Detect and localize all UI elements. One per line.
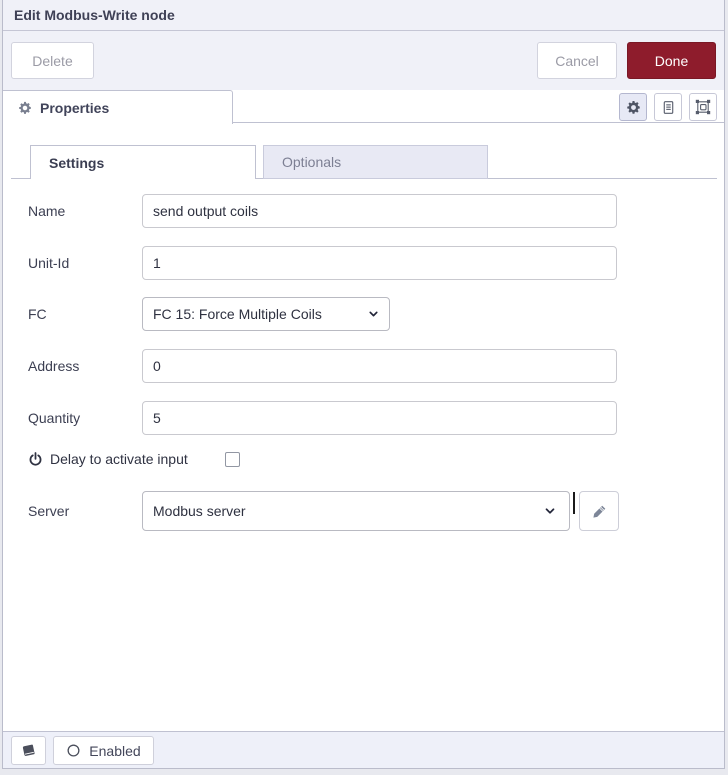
delete-button[interactable]: Delete [11,42,94,79]
tab-properties-label: Properties [40,99,110,116]
quantity-label: Quantity [28,410,81,426]
appearance-icon-button[interactable] [689,93,717,121]
server-select-value: Modbus server [153,503,246,519]
appearance-icon [695,99,711,115]
tab-optionals[interactable]: Optionals [263,145,488,179]
node-help-button[interactable] [11,736,46,765]
enabled-toggle-button[interactable]: Enabled [53,736,154,765]
fc-select-value: FC 15: Force Multiple Coils [153,306,322,322]
quantity-input[interactable] [142,401,617,435]
done-button[interactable]: Done [627,42,716,79]
pencil-icon [592,504,607,519]
properties-icon-button[interactable] [619,93,647,121]
edit-node-dialog: Edit Modbus-Write node Delete Cancel Don… [2,0,725,769]
edit-server-button[interactable] [579,491,619,531]
properties-panel: Settings Optionals Name Unit-Id FC FC 15… [3,124,724,731]
server-select[interactable]: Modbus server [142,491,570,531]
address-input[interactable] [142,349,617,383]
name-input[interactable] [142,194,617,228]
power-icon [28,451,43,467]
gear-icon [626,100,641,115]
chevron-down-icon [543,504,557,518]
tab-settings[interactable]: Settings [30,145,256,179]
editor-tab-icons [619,93,717,121]
text-cursor [573,492,575,514]
delay-row: Delay to activate input [28,451,240,467]
chevron-down-icon [367,308,380,321]
dialog-toolbar: Delete Cancel Done [3,31,724,90]
server-label: Server [28,503,70,519]
enabled-label: Enabled [89,742,141,759]
dialog-title: Edit Modbus-Write node [3,0,724,31]
delay-label: Delay to activate input [50,451,188,467]
book-icon [21,743,37,759]
delay-checkbox[interactable] [224,451,240,467]
fc-label: FC [28,306,47,322]
document-icon [661,100,676,115]
tab-optionals-label: Optionals [282,154,342,170]
address-label: Address [28,358,80,374]
name-label: Name [28,203,66,219]
tab-settings-label: Settings [49,154,105,171]
unit-id-input[interactable] [142,246,617,280]
gear-icon [18,101,32,115]
tab-properties[interactable]: Properties [3,90,233,124]
circle-icon [66,743,81,758]
unit-id-label: Unit-Id [28,255,70,271]
description-icon-button[interactable] [654,93,682,121]
dialog-footer: Enabled [3,731,724,768]
fc-select[interactable]: FC 15: Force Multiple Coils [142,297,390,331]
editor-tab-bar: Properties [3,90,724,124]
cancel-button[interactable]: Cancel [537,42,617,79]
